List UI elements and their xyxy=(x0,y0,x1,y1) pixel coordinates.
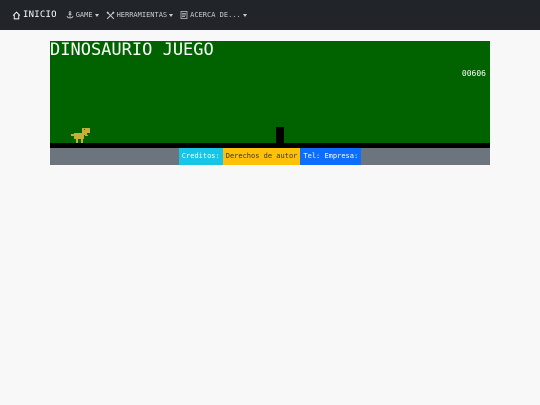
rights-badge: Derechos de autor xyxy=(222,148,301,165)
chevron-down-icon xyxy=(169,13,174,17)
nav-game-dropdown[interactable]: GAME xyxy=(66,11,99,19)
game-container: DINOSAURIO JUEGO 00606 Creditos: Derecho… xyxy=(50,41,490,165)
anchor-icon xyxy=(66,11,74,19)
chevron-down-icon xyxy=(94,13,99,17)
footer-bar: Creditos: Derechos de autor Tel: Empresa… xyxy=(50,148,490,165)
nav-herramientas-dropdown[interactable]: HERRAMIENTAS xyxy=(106,11,174,20)
nav-acerca-label: ACERCA DE... xyxy=(190,11,241,19)
tools-icon xyxy=(106,11,114,19)
nav-acerca-dropdown[interactable]: ACERCA DE... xyxy=(180,11,247,19)
home-icon xyxy=(12,10,21,19)
credits-badge: Creditos: xyxy=(178,148,223,165)
game-title: DINOSAURIO JUEGO xyxy=(50,41,214,60)
contact-badge: Tel: Empresa: xyxy=(300,148,362,165)
home-link[interactable]: INICIO xyxy=(12,10,57,20)
navbar: INICIO GAME HERRAMIENTAS ACERCA DE... xyxy=(0,0,540,30)
brand-label: INICIO xyxy=(23,10,57,20)
nav-herramientas-label: HERRAMIENTAS xyxy=(116,11,168,19)
dinosaur-icon xyxy=(71,128,90,143)
chevron-down-icon xyxy=(242,13,247,17)
score-counter: 00606 xyxy=(461,69,486,78)
cactus-obstacle xyxy=(276,127,284,143)
document-icon xyxy=(180,11,188,19)
game-canvas[interactable]: DINOSAURIO JUEGO 00606 xyxy=(50,41,490,143)
nav-game-label: GAME xyxy=(75,11,93,19)
